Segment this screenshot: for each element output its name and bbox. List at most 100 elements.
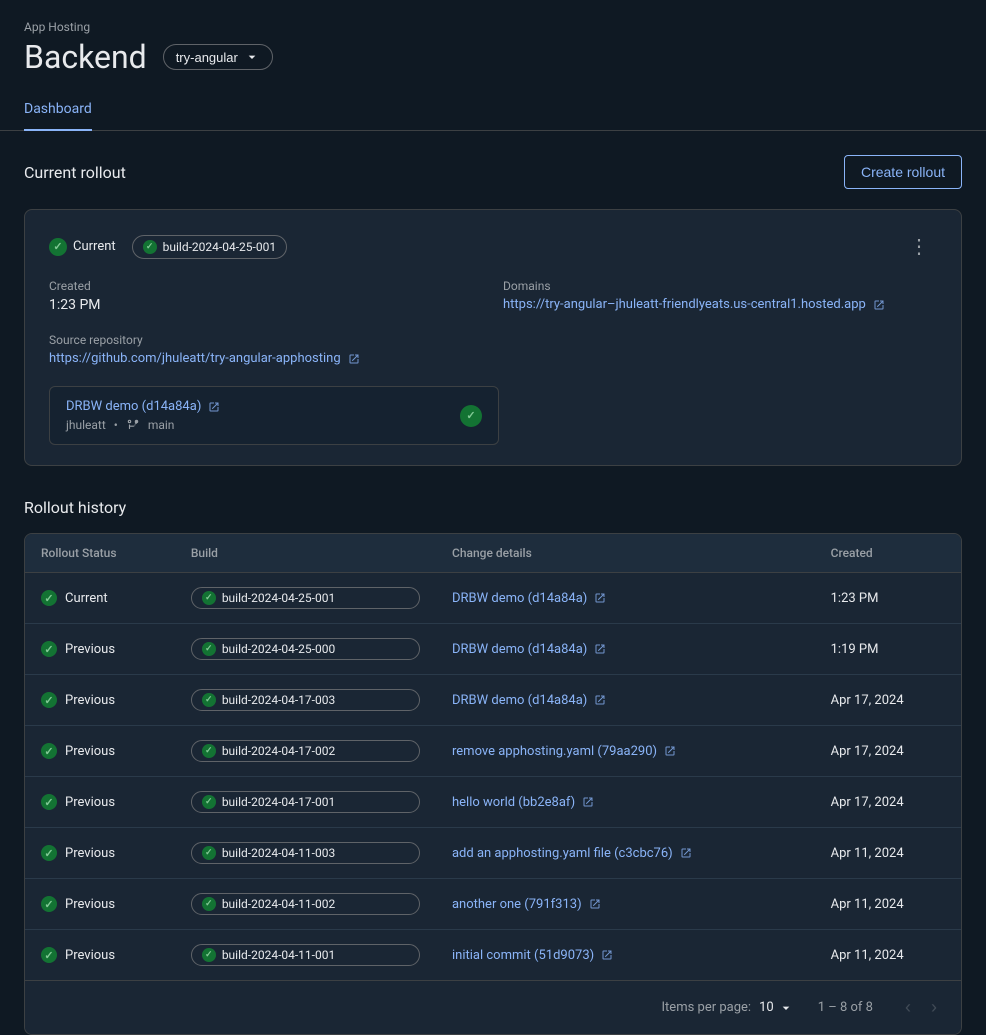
commit-status-check-icon [460, 405, 482, 427]
row-external-link-icon [594, 643, 606, 655]
row-build-check-icon [202, 897, 216, 911]
row-build-check-icon [202, 642, 216, 656]
cell-build: build-2024-04-11-003 [175, 828, 436, 879]
row-build-id: build-2024-04-11-002 [222, 897, 335, 911]
pagination-buttons: ‹ › [897, 993, 945, 1022]
domain-url-text: https://try-angular–jhuleatt-friendlyeat… [503, 297, 866, 312]
created-label: Created [49, 279, 483, 293]
pagination-prev-button[interactable]: ‹ [897, 993, 919, 1022]
row-change-text: initial commit (51d9073) [452, 948, 594, 963]
row-change-link[interactable]: DRBW demo (d14a84a) [452, 642, 799, 657]
source-repo-label: Source repository [49, 333, 483, 347]
row-change-text: another one (791f313) [452, 897, 582, 912]
row-change-link[interactable]: DRBW demo (d14a84a) [452, 591, 799, 606]
row-change-link[interactable]: add an apphosting.yaml file (c3cbc76) [452, 846, 799, 861]
row-change-text: hello world (bb2e8af) [452, 795, 575, 810]
current-rollout-header: Current rollout Create rollout [24, 155, 962, 189]
chevron-down-icon [244, 49, 260, 65]
domain-link[interactable]: https://try-angular–jhuleatt-friendlyeat… [503, 297, 937, 312]
external-link-icon [873, 299, 885, 311]
row-check-icon [41, 641, 57, 657]
row-external-link-icon [582, 796, 594, 808]
row-build-badge: build-2024-04-11-003 [191, 842, 420, 864]
row-build-badge: build-2024-04-11-001 [191, 944, 420, 966]
row-build-check-icon [202, 591, 216, 605]
source-repo-link[interactable]: https://github.com/jhuleatt/try-angular-… [49, 351, 483, 366]
tabs-bar: Dashboard [0, 88, 986, 131]
row-change-link[interactable]: DRBW demo (d14a84a) [452, 693, 799, 708]
cell-created: Apr 11, 2024 [815, 930, 961, 981]
per-page-chevron-icon [778, 1000, 794, 1016]
row-change-link[interactable]: initial commit (51d9073) [452, 948, 799, 963]
commit-info: DRBW demo (d14a84a) jhuleatt • main [66, 399, 220, 432]
row-build-badge: build-2024-04-17-002 [191, 740, 420, 762]
branch-selector[interactable]: try-angular [163, 44, 273, 70]
row-status-label: Previous [65, 744, 115, 759]
build-check-icon [143, 240, 157, 254]
table-header-row: Rollout Status Build Change details Crea… [25, 534, 961, 573]
cell-status: Previous [25, 777, 175, 828]
cell-change: initial commit (51d9073) [436, 930, 815, 981]
row-change-link[interactable]: hello world (bb2e8af) [452, 795, 799, 810]
source-repo-section: Source repository https://github.com/jhu… [49, 333, 483, 366]
cell-created: Apr 11, 2024 [815, 879, 961, 930]
items-per-page-section: Items per page: 10 [662, 1000, 794, 1016]
row-build-check-icon [202, 795, 216, 809]
row-build-badge: build-2024-04-17-003 [191, 689, 420, 711]
row-change-text: DRBW demo (d14a84a) [452, 693, 587, 708]
row-build-check-icon [202, 948, 216, 962]
row-build-id: build-2024-04-17-001 [222, 795, 335, 809]
commit-user: jhuleatt [66, 418, 106, 432]
table-row: Current build-2024-04-25-001 DRBW demo (… [25, 573, 961, 624]
more-options-button[interactable]: ⋮ [901, 230, 937, 263]
rollout-card: Current build-2024-04-25-001 ⋮ Created 1… [24, 209, 962, 466]
row-check-icon [41, 692, 57, 708]
cell-build: build-2024-04-17-001 [175, 777, 436, 828]
create-rollout-button[interactable]: Create rollout [844, 155, 962, 189]
row-change-link[interactable]: another one (791f313) [452, 897, 799, 912]
cell-change: remove apphosting.yaml (79aa290) [436, 726, 815, 777]
backend-title-row: Backend try-angular [24, 38, 962, 76]
cell-change: another one (791f313) [436, 879, 815, 930]
commit-external-link-icon [208, 401, 220, 413]
rollout-history-title: Rollout history [24, 498, 962, 517]
domains-label: Domains [503, 279, 937, 293]
row-check-icon [41, 590, 57, 606]
rollout-details: Created 1:23 PM Domains https://try-angu… [49, 279, 937, 366]
row-build-badge: build-2024-04-17-001 [191, 791, 420, 813]
row-check-icon [41, 896, 57, 912]
cell-status: Previous [25, 828, 175, 879]
cell-build: build-2024-04-25-000 [175, 624, 436, 675]
row-check-icon [41, 743, 57, 759]
row-external-link-icon [594, 592, 606, 604]
cell-build: build-2024-04-17-002 [175, 726, 436, 777]
row-status-label: Previous [65, 846, 115, 861]
tab-dashboard[interactable]: Dashboard [24, 89, 92, 131]
items-per-page-label: Items per page: [662, 1000, 752, 1015]
current-status-label: Current [73, 239, 116, 254]
commit-link[interactable]: DRBW demo (d14a84a) [66, 399, 220, 414]
row-external-link-icon [680, 847, 692, 859]
cell-build: build-2024-04-11-001 [175, 930, 436, 981]
row-build-badge: build-2024-04-25-001 [191, 587, 420, 609]
source-repo-url-text: https://github.com/jhuleatt/try-angular-… [49, 351, 341, 366]
pagination-next-button[interactable]: › [923, 993, 945, 1022]
row-external-link-icon [594, 694, 606, 706]
cell-change: DRBW demo (d14a84a) [436, 624, 815, 675]
per-page-select[interactable]: 10 [759, 1000, 794, 1016]
commit-box: DRBW demo (d14a84a) jhuleatt • main [49, 386, 499, 445]
table-body: Current build-2024-04-25-001 DRBW demo (… [25, 573, 961, 981]
row-change-link[interactable]: remove apphosting.yaml (79aa290) [452, 744, 799, 759]
row-build-id: build-2024-04-11-001 [222, 948, 335, 962]
table-footer: Items per page: 10 1 – 8 of 8 ‹ › [25, 980, 961, 1034]
cell-status: Current [25, 573, 175, 624]
git-branch-icon [126, 418, 140, 432]
row-build-badge: build-2024-04-25-000 [191, 638, 420, 660]
cell-status: Previous [25, 879, 175, 930]
cell-created: 1:19 PM [815, 624, 961, 675]
row-status-label: Previous [65, 795, 115, 810]
commit-dot: • [114, 418, 118, 432]
rollout-history-table: Rollout Status Build Change details Crea… [25, 534, 961, 980]
cell-created: Apr 17, 2024 [815, 675, 961, 726]
current-status-badge: Current [49, 238, 116, 256]
